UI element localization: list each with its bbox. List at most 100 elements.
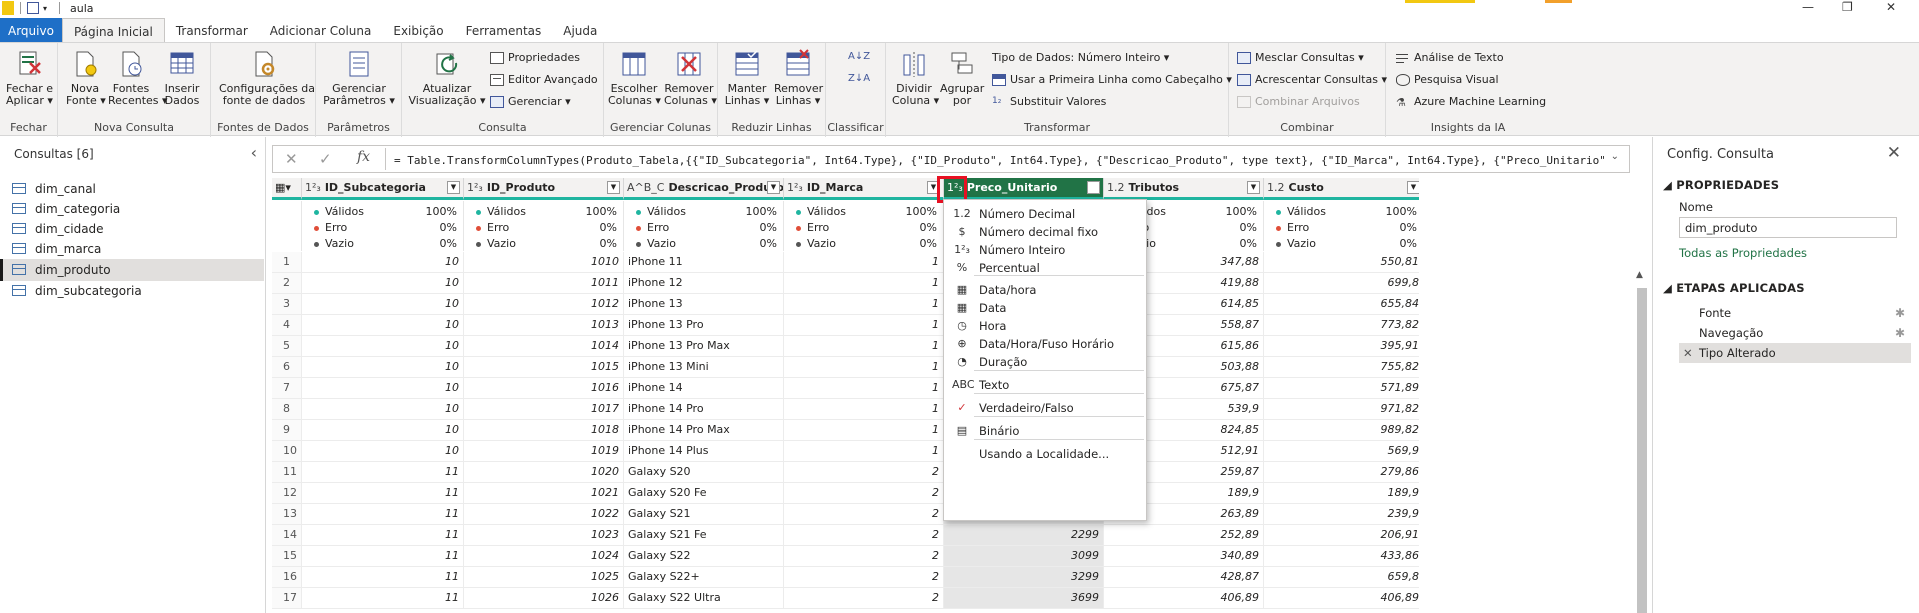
table-cell[interactable]: iPhone 14 Plus [624,441,784,461]
menu-item-whole-number[interactable]: 1²₃ Número Inteiro [944,240,1146,260]
table-cell[interactable]: 340,89 [1104,546,1264,566]
table-cell[interactable]: 989,82 [1264,420,1420,440]
close-settings-icon[interactable]: ✕ [1887,143,1901,163]
table-cell[interactable]: 1012 [464,294,624,314]
table-cell[interactable]: 1 [784,378,944,398]
table-cell[interactable]: 1 [784,399,944,419]
table-row[interactable]: 7 10 1016 iPhone 14 1 675,87 571,89 [272,378,1419,399]
table-cell[interactable]: 1022 [464,504,624,524]
tab-ferramentas[interactable]: Ferramentas [455,18,553,42]
sort-descending-button[interactable]: Z↓A [848,73,870,84]
query-item-dim-produto[interactable]: dim_produto [0,259,264,281]
choose-columns-button[interactable]: Escolher Colunas ▾ [608,47,661,107]
tab-ajuda[interactable]: Ajuda [552,18,608,42]
table-cell[interactable]: 2 [784,462,944,482]
table-cell[interactable]: iPhone 13 Pro Max [624,336,784,356]
table-cell[interactable]: 3699 [944,588,1104,608]
table-cell[interactable]: 1 [784,315,944,335]
gear-icon[interactable]: ✱ [1895,303,1905,323]
menu-item-binary[interactable]: ▤ Binário [944,421,1146,441]
close-window-button[interactable]: ✕ [1886,0,1896,14]
column-filter-dropdown-icon[interactable]: ▼ [1087,181,1100,194]
query-item-dim-canal[interactable]: dim_canal [0,178,264,200]
table-row[interactable]: 13111022Galaxy S2122399263,89239,9 [272,504,1419,525]
query-item-dim-subcategoria[interactable]: dim_subcategoria [0,280,264,302]
table-row[interactable]: 11 11 1020 Galaxy S20 2 259,87 279,86 [272,462,1419,483]
table-cell[interactable]: 1023 [464,525,624,545]
table-cell[interactable]: 1016 [464,378,624,398]
step-navegacao[interactable]: Navegação ✱ [1679,323,1911,343]
column-header-id-marca[interactable]: 1²₃ ID_Marca ▼ [784,178,944,200]
table-cell[interactable]: 1 [784,420,944,440]
table-cell[interactable]: 406,89 [1264,588,1420,608]
table-cell[interactable]: Galaxy S21 Fe [624,525,784,545]
collapse-chevron-icon[interactable]: ‹ [251,143,257,162]
table-cell[interactable]: 279,86 [1264,462,1420,482]
table-cell[interactable]: 699,8 [1264,273,1420,293]
save-icon[interactable] [27,2,39,14]
table-cell[interactable]: 2 [784,567,944,587]
table-cell[interactable]: 10 [302,420,464,440]
text-analytics-button[interactable]: Análise de Texto [1396,51,1504,64]
table-cell[interactable]: iPhone 11 [624,252,784,272]
table-row[interactable]: 5 10 1014 iPhone 13 Pro Max 1 615,86 395,91 [272,336,1419,357]
fx-icon[interactable]: fx [357,149,370,165]
restore-button[interactable]: ❐ [1842,0,1853,14]
table-cell[interactable]: Galaxy S22 Ultra [624,588,784,608]
column-filter-dropdown-icon[interactable]: ▼ [767,181,780,194]
vision-button[interactable]: Pesquisa Visual [1396,73,1499,86]
table-row[interactable]: 15 11 1024 Galaxy S22 2 3099 340,89 433,86 [272,546,1419,567]
vertical-scrollbar[interactable]: ▲ [1634,270,1648,613]
table-cell[interactable]: 3099 [944,546,1104,566]
table-cell[interactable]: Galaxy S20 Fe [624,483,784,503]
table-cell[interactable]: Galaxy S22 [624,546,784,566]
merge-queries-button[interactable]: Mesclar Consultas ▾ [1237,51,1364,64]
menu-item-text[interactable]: ABC Texto [944,375,1146,395]
menu-item-fixed-decimal-number[interactable]: $ Número decimal fixo [944,222,1146,242]
menu-item-time[interactable]: ◷ Hora [944,316,1146,336]
table-cell[interactable]: 1021 [464,483,624,503]
table-cell[interactable]: Galaxy S20 [624,462,784,482]
table-row[interactable]: 14 11 1023 Galaxy S21 Fe 2 2299 252,89 206,91 [272,525,1419,546]
properties-heading[interactable]: ◢ PROPRIEDADES [1663,178,1779,192]
menu-item-date-time[interactable]: ▦ Data/hora [944,280,1146,300]
azure-ml-button[interactable]: ⚗ Azure Machine Learning [1396,95,1546,109]
confirm-formula-icon[interactable]: ✓ [319,150,332,168]
refresh-preview-button[interactable]: Atualizar Visualização ▾ [406,47,488,107]
sort-ascending-button[interactable]: A↓Z [848,51,870,62]
table-cell[interactable]: 406,89 [1104,588,1264,608]
keep-rows-button[interactable]: Manter Linhas ▾ [724,47,770,107]
table-cell[interactable]: 659,8 [1264,567,1420,587]
table-cell[interactable]: 550,81 [1264,252,1420,272]
table-cell[interactable]: 2 [784,525,944,545]
table-cell[interactable]: iPhone 14 [624,378,784,398]
tab-transformar[interactable]: Transformar [165,18,259,42]
table-cell[interactable]: 239,9 [1264,504,1420,524]
table-cell[interactable]: 1025 [464,567,624,587]
table-row[interactable]: 3 10 1012 iPhone 13 1 614,85 655,84 [272,294,1419,315]
table-cell[interactable]: 1 [784,273,944,293]
table-cell[interactable]: 433,86 [1264,546,1420,566]
menu-item-duration[interactable]: ◔ Duração [944,352,1146,372]
table-cell[interactable]: 2 [784,546,944,566]
table-cell[interactable]: 655,84 [1264,294,1420,314]
table-row[interactable]: 12 11 1021 Galaxy S20 Fe 2 189,9 189,9 [272,483,1419,504]
column-filter-dropdown-icon[interactable]: ▼ [1407,181,1419,194]
split-column-button[interactable]: Dividir Coluna ▾ [892,47,939,107]
table-cell[interactable]: 10 [302,378,464,398]
table-cell[interactable]: 10 [302,357,464,377]
table-cell[interactable]: 11 [302,525,464,545]
menu-item-true-false[interactable]: ✓ Verdadeiro/Falso [944,398,1146,418]
table-cell[interactable]: 2299 [944,525,1104,545]
table-cell[interactable]: 11 [302,504,464,524]
tab-adicionar-coluna[interactable]: Adicionar Coluna [259,18,383,42]
step-tipo-alterado[interactable]: ✕ Tipo Alterado [1679,343,1911,363]
tab-exibicao[interactable]: Exibição [382,18,454,42]
minimize-button[interactable]: — [1802,0,1814,14]
query-item-dim-marca[interactable]: dim_marca [0,238,264,260]
table-cell[interactable]: 189,9 [1264,483,1420,503]
new-source-button[interactable]: Nova Fonte ▾ [66,47,106,107]
table-cell[interactable]: iPhone 13 Mini [624,357,784,377]
table-cell[interactable]: iPhone 13 [624,294,784,314]
table-cell[interactable]: 10 [302,273,464,293]
